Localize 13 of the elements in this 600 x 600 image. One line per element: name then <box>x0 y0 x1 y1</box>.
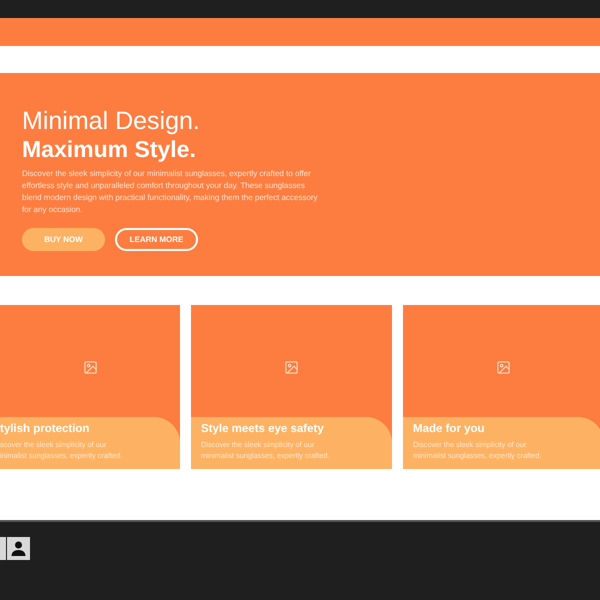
card-title: Style meets eye safety <box>201 422 325 436</box>
learn-more-button[interactable]: LEARN MORE <box>115 228 198 251</box>
image-icon <box>496 360 511 374</box>
thumbnail-icon <box>0 537 6 560</box>
image-icon <box>82 360 98 374</box>
hero-description: Discover the sleek simplicity of our minimalist sunglasses, expertly crafted to offer effortless style and unparalleled comfort throughout your day. These sunglasses blend modern design with practical functionality, making them the perfect accessory for any occasion. <box>22 168 319 216</box>
hero-subtitle: Maximum Style. <box>22 135 197 163</box>
image-icon <box>284 360 299 374</box>
card-title: tylish protection <box>0 422 90 436</box>
card-title: Made for you <box>413 422 486 436</box>
buy-button[interactable]: BUY NOW <box>22 228 105 251</box>
hero-title: Minimal Design. <box>22 107 201 135</box>
user-icon[interactable] <box>7 537 30 560</box>
